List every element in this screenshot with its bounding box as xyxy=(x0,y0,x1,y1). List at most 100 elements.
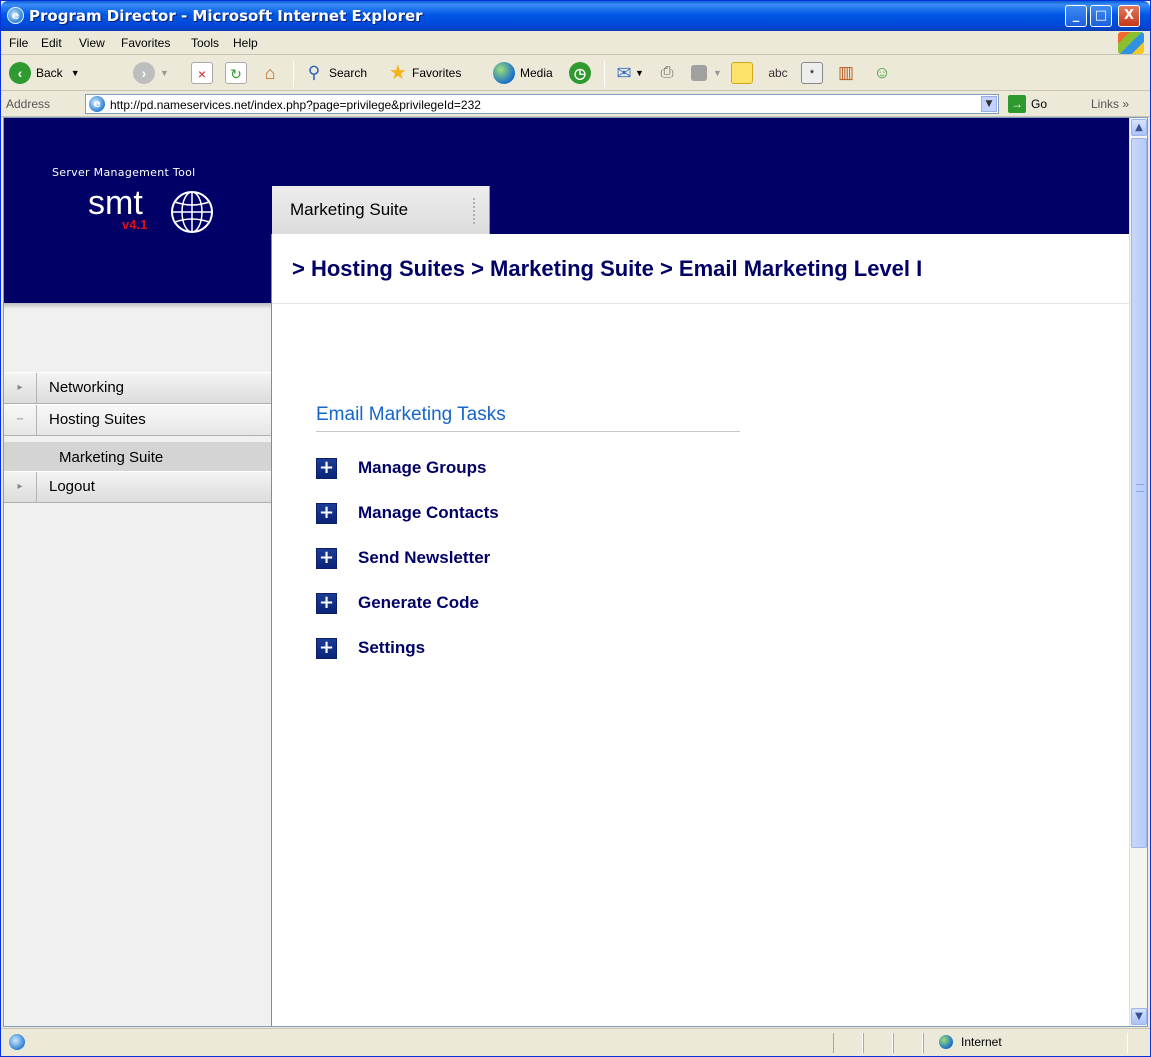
breadcrumb: > Hosting Suites > Marketing Suite > Ema… xyxy=(292,256,923,281)
links-button[interactable]: Links » xyxy=(1091,97,1129,111)
calculator-button[interactable]: * xyxy=(801,61,823,85)
mail-icon: ✉ xyxy=(616,63,632,83)
maximize-button[interactable]: □ xyxy=(1090,5,1112,27)
task-manage-contacts[interactable]: + Manage Contacts xyxy=(316,501,499,525)
search-button[interactable]: ⚲ Search xyxy=(303,61,367,85)
messenger-button[interactable]: ☺ xyxy=(871,61,893,85)
window-title: Program Director - Microsoft Internet Ex… xyxy=(29,7,423,25)
forward-button[interactable]: › ▼ xyxy=(133,61,169,85)
windows-logo-icon xyxy=(1118,32,1144,54)
task-send-newsletter[interactable]: + Send Newsletter xyxy=(316,546,490,570)
print-icon: ⎙ xyxy=(660,64,674,81)
sidebar-item-label: Networking xyxy=(49,379,125,396)
vertical-scrollbar[interactable]: ▲ ▼ xyxy=(1129,118,1147,1026)
menu-help[interactable]: Help xyxy=(233,36,258,50)
media-button[interactable]: Media xyxy=(493,61,553,85)
logo-area: Server Management Tool smt v4.1 xyxy=(4,118,272,303)
menu-favorites[interactable]: Favorites xyxy=(121,36,170,50)
go-label: Go xyxy=(1031,97,1048,111)
task-generate-code[interactable]: + Generate Code xyxy=(316,591,479,615)
address-input[interactable]: e http://pd.nameservices.net/index.php?p… xyxy=(85,94,999,114)
go-button[interactable]: → Go xyxy=(1008,94,1047,114)
spellcheck-icon: abc xyxy=(768,66,788,80)
plus-icon[interactable]: + xyxy=(316,502,337,524)
back-label: Back xyxy=(36,66,63,80)
plus-icon[interactable]: + xyxy=(316,547,337,569)
plus-icon[interactable]: + xyxy=(316,457,337,479)
task-manage-groups[interactable]: + Manage Groups xyxy=(316,456,486,480)
page-status-icon xyxy=(9,1034,25,1050)
sidebar-item-logout[interactable]: ▸ Logout xyxy=(4,471,271,503)
research-button[interactable]: abc xyxy=(767,61,789,85)
favorites-button[interactable]: ★ Favorites xyxy=(387,61,461,85)
back-button[interactable]: ‹ Back ▼ xyxy=(9,61,80,85)
address-dropdown-icon[interactable]: ▼ xyxy=(981,96,997,112)
tab-label: Marketing Suite xyxy=(290,200,409,219)
books-button[interactable]: ▥ xyxy=(835,61,857,85)
status-bar: Internet xyxy=(1,1028,1150,1056)
task-label[interactable]: Settings xyxy=(358,638,425,658)
task-settings[interactable]: + Settings xyxy=(316,636,425,660)
plus-icon[interactable]: + xyxy=(316,592,337,614)
breadcrumb-bar: > Hosting Suites > Marketing Suite > Ema… xyxy=(272,234,1130,304)
task-label[interactable]: Manage Contacts xyxy=(358,503,499,523)
stop-icon: × xyxy=(191,62,213,84)
menu-file[interactable]: File xyxy=(9,36,28,50)
sidebar-item-label: Marketing Suite xyxy=(59,449,164,466)
task-label[interactable]: Manage Groups xyxy=(358,458,486,478)
edit-icon xyxy=(691,65,707,81)
sidebar-shade xyxy=(4,303,271,309)
note-icon xyxy=(731,62,753,84)
minimize-button[interactable]: _ xyxy=(1065,5,1087,27)
status-cell xyxy=(893,1033,923,1053)
web-page: Server Management Tool smt v4.1 Marketin… xyxy=(4,118,1130,1026)
dropdown-arrow-icon: ▼ xyxy=(713,68,722,78)
toolbar-separator xyxy=(293,61,294,87)
task-label[interactable]: Send Newsletter xyxy=(358,548,490,568)
collapse-icon[interactable]: − xyxy=(4,405,37,435)
browser-window: e Program Director - Microsoft Internet … xyxy=(0,0,1151,1057)
home-button[interactable]: ⌂ xyxy=(259,61,281,85)
scroll-thumb[interactable] xyxy=(1131,138,1147,848)
plus-icon[interactable]: + xyxy=(316,637,337,659)
page-viewport: Server Management Tool smt v4.1 Marketin… xyxy=(3,117,1148,1027)
sidebar-item-hosting-suites[interactable]: − Hosting Suites xyxy=(4,404,271,436)
menu-view[interactable]: View xyxy=(79,36,105,50)
expand-arrow-icon[interactable]: ▸ xyxy=(4,373,37,403)
close-button[interactable]: X xyxy=(1118,5,1140,27)
menu-edit[interactable]: Edit xyxy=(41,36,62,50)
back-arrow-icon: ‹ xyxy=(9,62,31,84)
sidebar: ▸ Networking − Hosting Suites Marketing … xyxy=(4,303,271,1026)
sidebar-item-marketing-suite[interactable]: Marketing Suite xyxy=(4,442,271,473)
title-bar[interactable]: e Program Director - Microsoft Internet … xyxy=(1,1,1150,31)
print-button[interactable]: ⎙ xyxy=(656,61,678,85)
task-label[interactable]: Generate Code xyxy=(358,593,479,613)
dropdown-arrow-icon: ▼ xyxy=(160,68,169,78)
sidebar-item-label: Hosting Suites xyxy=(49,411,146,428)
status-cell xyxy=(833,1033,863,1053)
favorites-star-icon: ★ xyxy=(389,62,407,84)
menu-tools[interactable]: Tools xyxy=(191,36,219,50)
discuss-button[interactable] xyxy=(731,61,753,85)
expand-arrow-icon[interactable]: ▸ xyxy=(4,472,37,502)
scroll-down-icon[interactable]: ▼ xyxy=(1131,1008,1147,1025)
scroll-up-icon[interactable]: ▲ xyxy=(1131,119,1147,136)
refresh-button[interactable]: ↻ xyxy=(225,61,247,85)
address-bar: Address e http://pd.nameservices.net/ind… xyxy=(1,91,1150,117)
links-label: Links xyxy=(1091,97,1120,111)
stop-button[interactable]: × xyxy=(191,61,213,85)
tab-marketing-suite[interactable]: Marketing Suite xyxy=(272,186,490,234)
ie-icon: e xyxy=(7,7,24,24)
address-url[interactable]: http://pd.nameservices.net/index.php?pag… xyxy=(110,98,481,112)
toolbar-separator xyxy=(604,61,605,87)
internet-globe-icon xyxy=(939,1035,953,1049)
history-button[interactable]: ◷ xyxy=(569,61,596,85)
dropdown-arrow-icon: ▼ xyxy=(70,68,80,78)
dropdown-arrow-icon: ▼ xyxy=(635,68,644,78)
menu-bar: File Edit View Favorites Tools Help xyxy=(1,31,1150,55)
sidebar-item-networking[interactable]: ▸ Networking xyxy=(4,372,271,404)
divider xyxy=(271,234,272,1026)
history-icon: ◷ xyxy=(569,62,591,84)
edit-button[interactable]: ▼ xyxy=(691,61,722,85)
mail-button[interactable]: ✉ ▼ xyxy=(613,61,644,85)
